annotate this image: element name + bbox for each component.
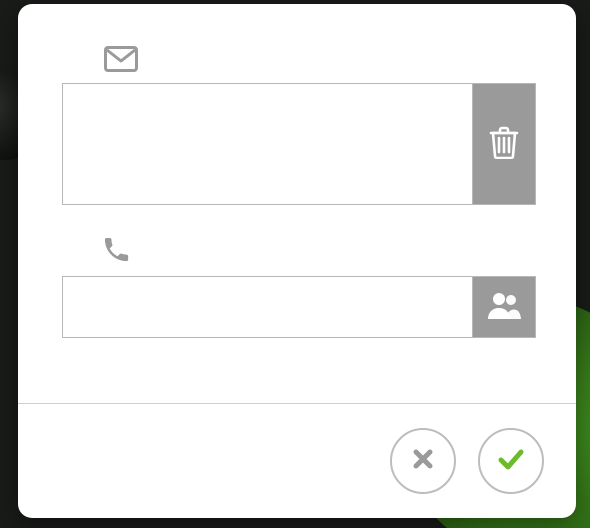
cancel-button[interactable] xyxy=(390,428,456,494)
trash-icon xyxy=(489,125,519,164)
email-input-row xyxy=(62,83,536,205)
contact-form-modal xyxy=(18,4,576,518)
email-field-group xyxy=(62,46,536,205)
close-icon xyxy=(412,448,434,475)
phone-icon xyxy=(104,235,536,270)
phone-field-group xyxy=(62,235,536,338)
modal-footer xyxy=(18,403,576,518)
envelope-icon xyxy=(104,46,536,77)
select-contact-button[interactable] xyxy=(472,277,535,337)
phone-input[interactable] xyxy=(63,277,472,337)
people-icon xyxy=(486,291,522,324)
form-area xyxy=(18,4,576,403)
delete-email-button[interactable] xyxy=(472,84,535,204)
email-input[interactable] xyxy=(63,84,472,204)
phone-input-row xyxy=(62,276,536,338)
check-icon xyxy=(498,448,524,475)
confirm-button[interactable] xyxy=(478,428,544,494)
